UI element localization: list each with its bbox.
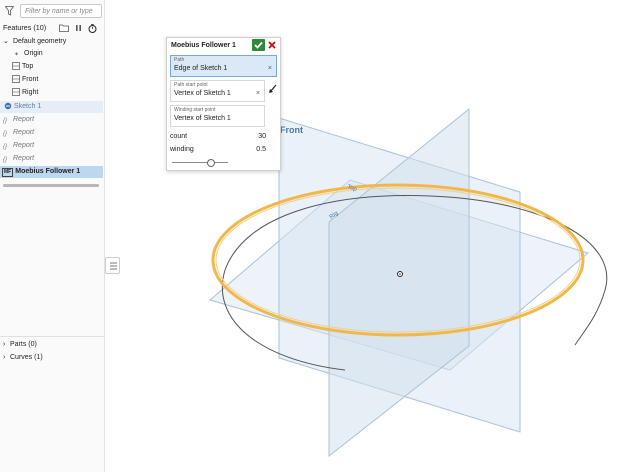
winding-start-value: Vertex of Sketch 1 [174, 115, 231, 122]
tree-item-label: Right [22, 89, 39, 96]
accept-button[interactable] [252, 39, 265, 51]
tree-item-report[interactable]: {} Report [0, 127, 103, 139]
tree-item-report[interactable]: {} Report [0, 140, 103, 152]
feature-search-input[interactable]: Filter by name or type [20, 4, 102, 18]
path-value: Edge of Sketch 1 [174, 65, 228, 72]
path-field[interactable]: Path Edge of Sketch 1 × [170, 55, 277, 77]
tree-item-label: Report [13, 142, 35, 149]
feature-badge: MF [2, 168, 14, 177]
count-row[interactable]: count 30 [170, 133, 266, 144]
pause-icon[interactable] [75, 24, 82, 32]
winding-start-field[interactable]: Winding start point Vertex of Sketch 1 [170, 105, 265, 127]
close-icon [268, 41, 276, 49]
tree-item-label: Report [13, 155, 35, 162]
clear-icon[interactable]: × [256, 90, 260, 97]
tree-item-label: Moebius Follower 1 [15, 168, 81, 175]
tree-item-default-geometry[interactable]: ⌄ Default geometry [0, 36, 103, 48]
flip-arrow-icon[interactable] [268, 84, 278, 94]
chevron-right-icon[interactable]: › [3, 352, 10, 364]
cancel-button[interactable] [267, 40, 277, 50]
tree-item-label: Sketch 1 [14, 103, 42, 110]
chevron-down-icon[interactable]: ⌄ [0, 36, 11, 48]
path-start-field[interactable]: Path start point Vertex of Sketch 1 × [170, 80, 265, 102]
parts-section[interactable]: › Parts (0) [0, 339, 103, 351]
tree-item-label: Front [22, 76, 39, 83]
tree-item-moebius-follower[interactable]: MF Moebius Follower 1 [0, 166, 103, 178]
rollback-timer-icon[interactable] [88, 23, 97, 33]
winding-start-label: Winding start point [174, 107, 216, 113]
horizontal-scrollbar[interactable] [3, 184, 99, 187]
tree-item-label: Top [22, 63, 34, 70]
slider-handle[interactable] [207, 159, 215, 167]
features-count-label: Features (10) [3, 23, 47, 32]
winding-slider[interactable] [172, 162, 228, 163]
tree-item-report[interactable]: {} Report [0, 153, 103, 165]
tree-item-label: Report [13, 129, 35, 136]
origin-dot [399, 273, 401, 275]
clear-icon[interactable]: × [268, 65, 272, 72]
divider [0, 336, 104, 337]
chevron-right-icon[interactable]: › [3, 339, 10, 351]
code-brace-icon: {} [3, 131, 8, 138]
plane-icon [12, 75, 20, 84]
list-icon [110, 262, 117, 270]
filter-row: Filter by name or type [2, 4, 102, 19]
winding-row[interactable]: winding 0.5 [170, 146, 266, 157]
count-value[interactable]: 30 [258, 133, 266, 140]
code-brace-icon: {} [3, 144, 8, 151]
add-folder-icon[interactable] [59, 24, 69, 32]
feature-panel: Filter by name or type Features (10) ⌄ D… [0, 0, 105, 472]
path-start-label: Path start point [174, 82, 208, 88]
curves-label: Curves (1) [10, 354, 43, 361]
filter-icon[interactable] [5, 6, 14, 16]
code-brace-icon: {} [3, 118, 8, 125]
tree-item-origin[interactable]: ✦ Origin [0, 48, 103, 60]
moebius-follower-dialog: Moebius Follower 1 Path Edge of Sketch 1… [166, 37, 281, 171]
list-toggle-button[interactable] [105, 257, 120, 274]
tree-item-front[interactable]: Front [0, 74, 103, 86]
code-brace-icon: {} [3, 157, 8, 164]
count-label: count [170, 133, 188, 140]
curves-section[interactable]: › Curves (1) [0, 352, 103, 364]
features-header: Features (10) [3, 22, 101, 34]
winding-value[interactable]: 0.5 [256, 146, 266, 153]
tree-item-label: Report [13, 116, 35, 123]
tree-item-label: Origin [24, 50, 43, 57]
sketch-icon [4, 102, 12, 110]
path-label: Path [174, 57, 185, 63]
parts-label: Parts (0) [10, 341, 37, 348]
tree-item-label: Default geometry [12, 38, 67, 45]
tree-item-sketch-1[interactable]: Sketch 1 [0, 101, 103, 113]
plane-icon [12, 62, 20, 71]
tree-item-top[interactable]: Top [0, 61, 103, 73]
origin-icon: ✦ [14, 52, 20, 59]
tree-item-report[interactable]: {} Report [0, 114, 103, 126]
front-plane-label: Front [280, 125, 303, 135]
check-icon [254, 41, 263, 49]
dialog-title: Moebius Follower 1 [171, 42, 236, 49]
tree-item-right[interactable]: Right [0, 87, 103, 99]
plane-icon [12, 88, 20, 97]
winding-label: winding [170, 146, 194, 153]
path-start-value: Vertex of Sketch 1 [174, 90, 231, 97]
